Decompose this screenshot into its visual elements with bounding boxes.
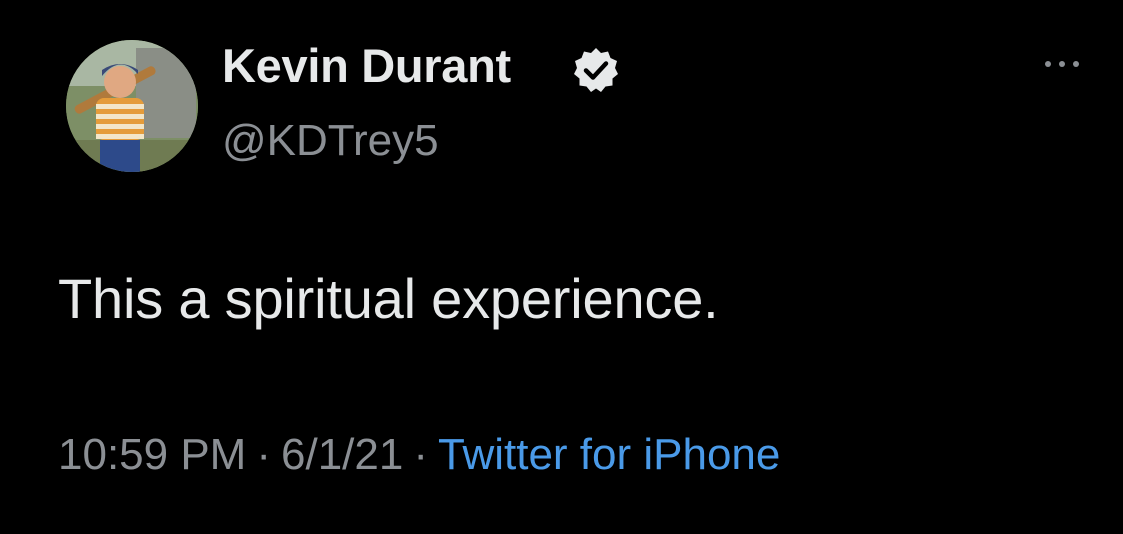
avatar[interactable]	[66, 40, 198, 172]
tweet-date[interactable]: 6/1/21	[281, 430, 403, 479]
avatar-image	[66, 40, 198, 172]
display-name[interactable]: Kevin Durant	[222, 38, 511, 93]
user-handle[interactable]: @KDTrey5	[222, 116, 439, 166]
tweet-source-link[interactable]: Twitter for iPhone	[438, 430, 780, 479]
separator-dot: ·	[413, 430, 428, 479]
separator-dot: ·	[256, 430, 271, 479]
tweet-metadata: 10:59 PM · 6/1/21 · Twitter for iPhone	[58, 430, 780, 480]
tweet-time[interactable]: 10:59 PM	[58, 430, 246, 479]
tweet-text: This a spiritual experience.	[58, 267, 719, 330]
more-options-icon[interactable]	[1040, 52, 1084, 76]
tweet: Kevin Durant @KDTrey5 This a spiritual e…	[0, 0, 1123, 534]
verified-badge-icon	[574, 48, 618, 92]
